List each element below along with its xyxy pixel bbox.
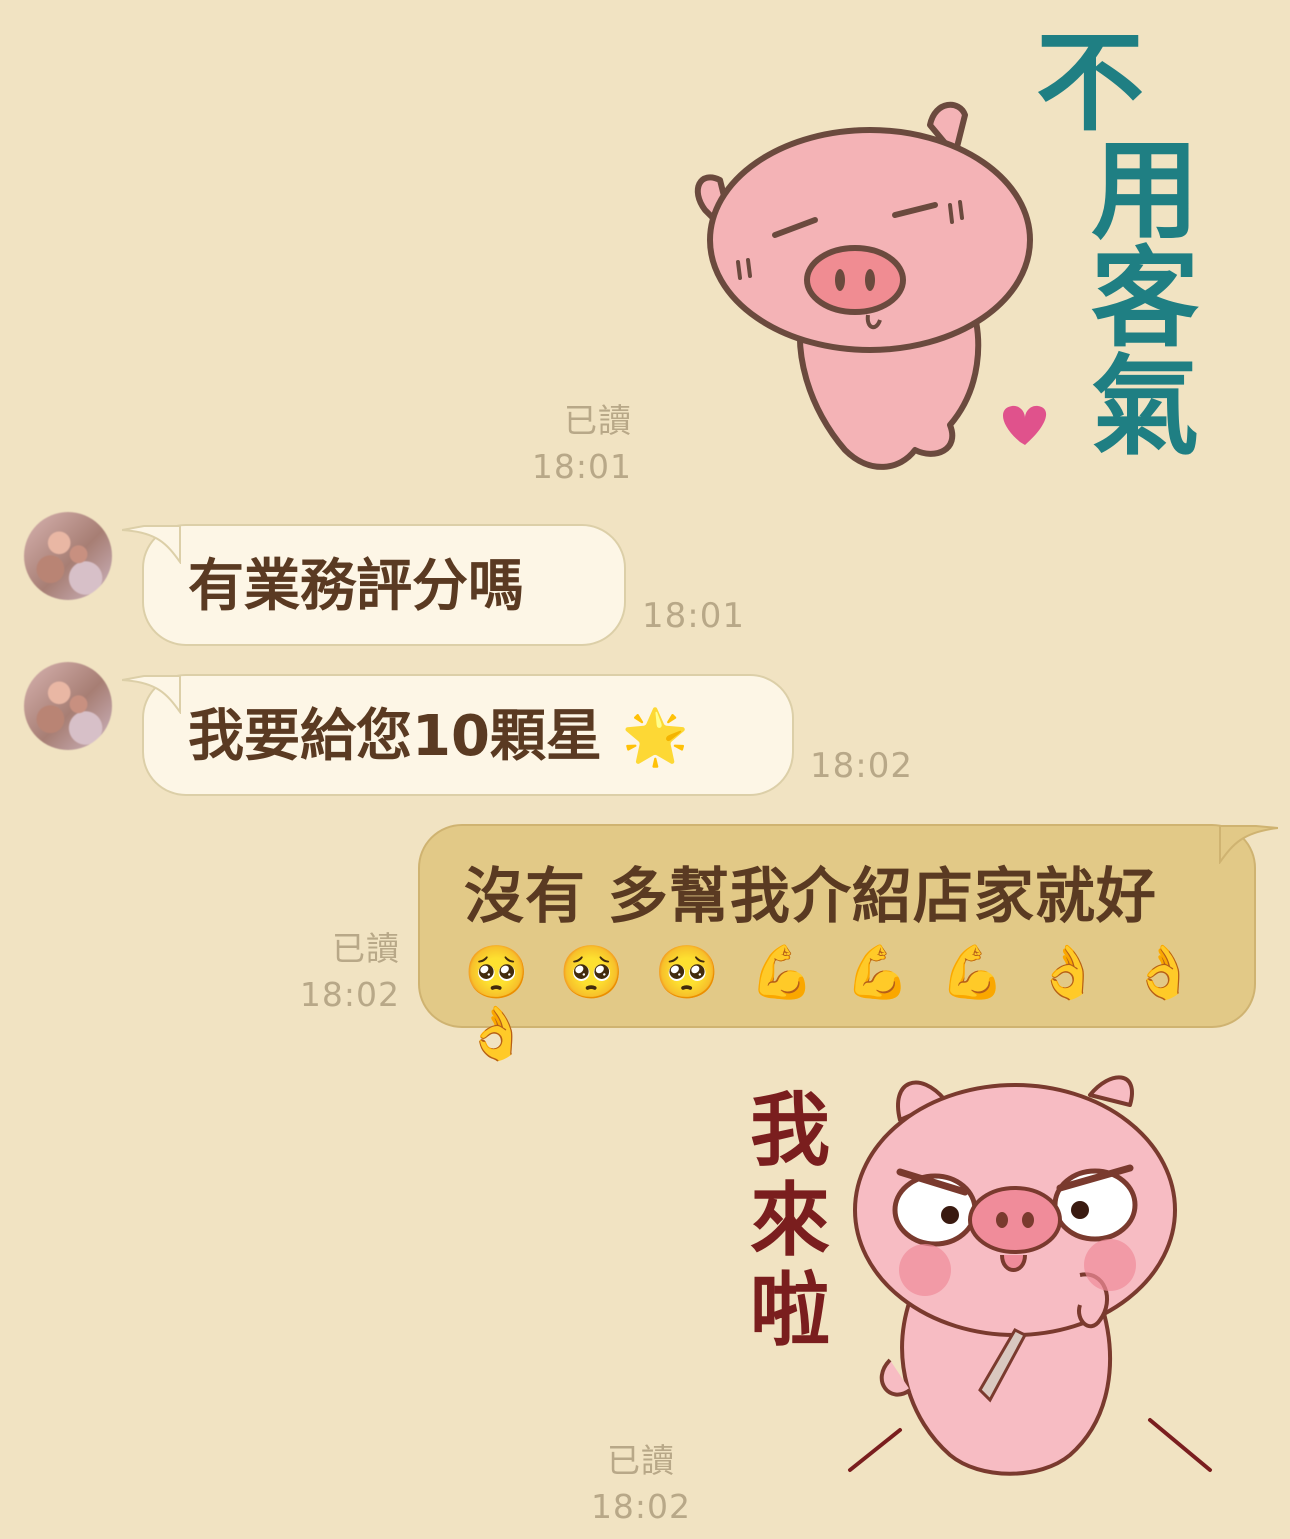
message-bubble-incoming[interactable]: 我要給您10顆星 🌟 <box>122 674 794 796</box>
sticker-char: 客 <box>1090 237 1199 362</box>
sticker-char: 用 <box>1090 129 1199 254</box>
message-bubble-outgoing[interactable]: 沒有 多幫我介紹店家就好 🥺 🥺 🥺 💪 💪 💪 👌 👌 👌 <box>418 824 1278 1064</box>
bubble-tail <box>122 675 181 714</box>
read-receipt: 已讀 18:01 <box>500 398 632 490</box>
sticker-caption: 不 用 客 氣 <box>1036 30 1230 470</box>
timestamp: 18:01 <box>531 447 632 486</box>
sticker-thanks[interactable]: 不 用 客 氣 <box>680 30 1240 490</box>
message-text: 我要給您10顆星 <box>188 704 602 769</box>
sticker-char: 不 <box>1035 21 1144 146</box>
read-label: 已讀 <box>564 401 632 440</box>
timestamp: 18:02 <box>299 975 400 1014</box>
bubble-tail <box>122 525 181 564</box>
pig-sticker-image <box>848 1075 1212 1476</box>
sticker-coming[interactable]: 我 來 啦 <box>740 1060 1220 1500</box>
flexed-biceps-icon: 💪 <box>940 943 1006 1003</box>
pleading-face-icon: 🥺 <box>654 943 720 1003</box>
read-label: 已讀 <box>332 929 400 968</box>
read-receipt: 已讀 18:02 <box>580 1438 702 1530</box>
glowing-star-icon: 🌟 <box>621 705 689 768</box>
message-text: 有業務評分嗎 <box>188 554 524 619</box>
message-text: 沒有 多幫我介紹店家就好 <box>464 862 1157 932</box>
pleading-face-icon: 🥺 <box>464 943 529 1003</box>
read-receipt: 已讀 18:02 <box>270 926 400 1018</box>
timestamp: 18:02 <box>810 746 913 786</box>
message-bubble-incoming[interactable]: 有業務評分嗎 <box>122 524 626 646</box>
flexed-biceps-icon: 💪 <box>749 943 815 1003</box>
timestamp: 18:01 <box>642 596 745 636</box>
avatar[interactable] <box>24 512 112 600</box>
ok-hand-icon: 👌 <box>464 1004 529 1064</box>
sticker-char: 氣 <box>1090 345 1199 470</box>
avatar[interactable] <box>24 662 112 750</box>
flexed-biceps-icon: 💪 <box>845 943 910 1003</box>
pleading-face-icon: 🥺 <box>559 943 625 1003</box>
ok-hand-icon: 👌 <box>1035 943 1101 1003</box>
emoji-row: 🥺 🥺 🥺 💪 💪 💪 👌 👌 👌 <box>464 942 1254 1064</box>
bubble-tail <box>1219 825 1278 864</box>
read-label: 已讀 <box>607 1441 675 1480</box>
ok-hand-icon: 👌 <box>1130 943 1196 1003</box>
timestamp: 18:02 <box>590 1487 692 1526</box>
